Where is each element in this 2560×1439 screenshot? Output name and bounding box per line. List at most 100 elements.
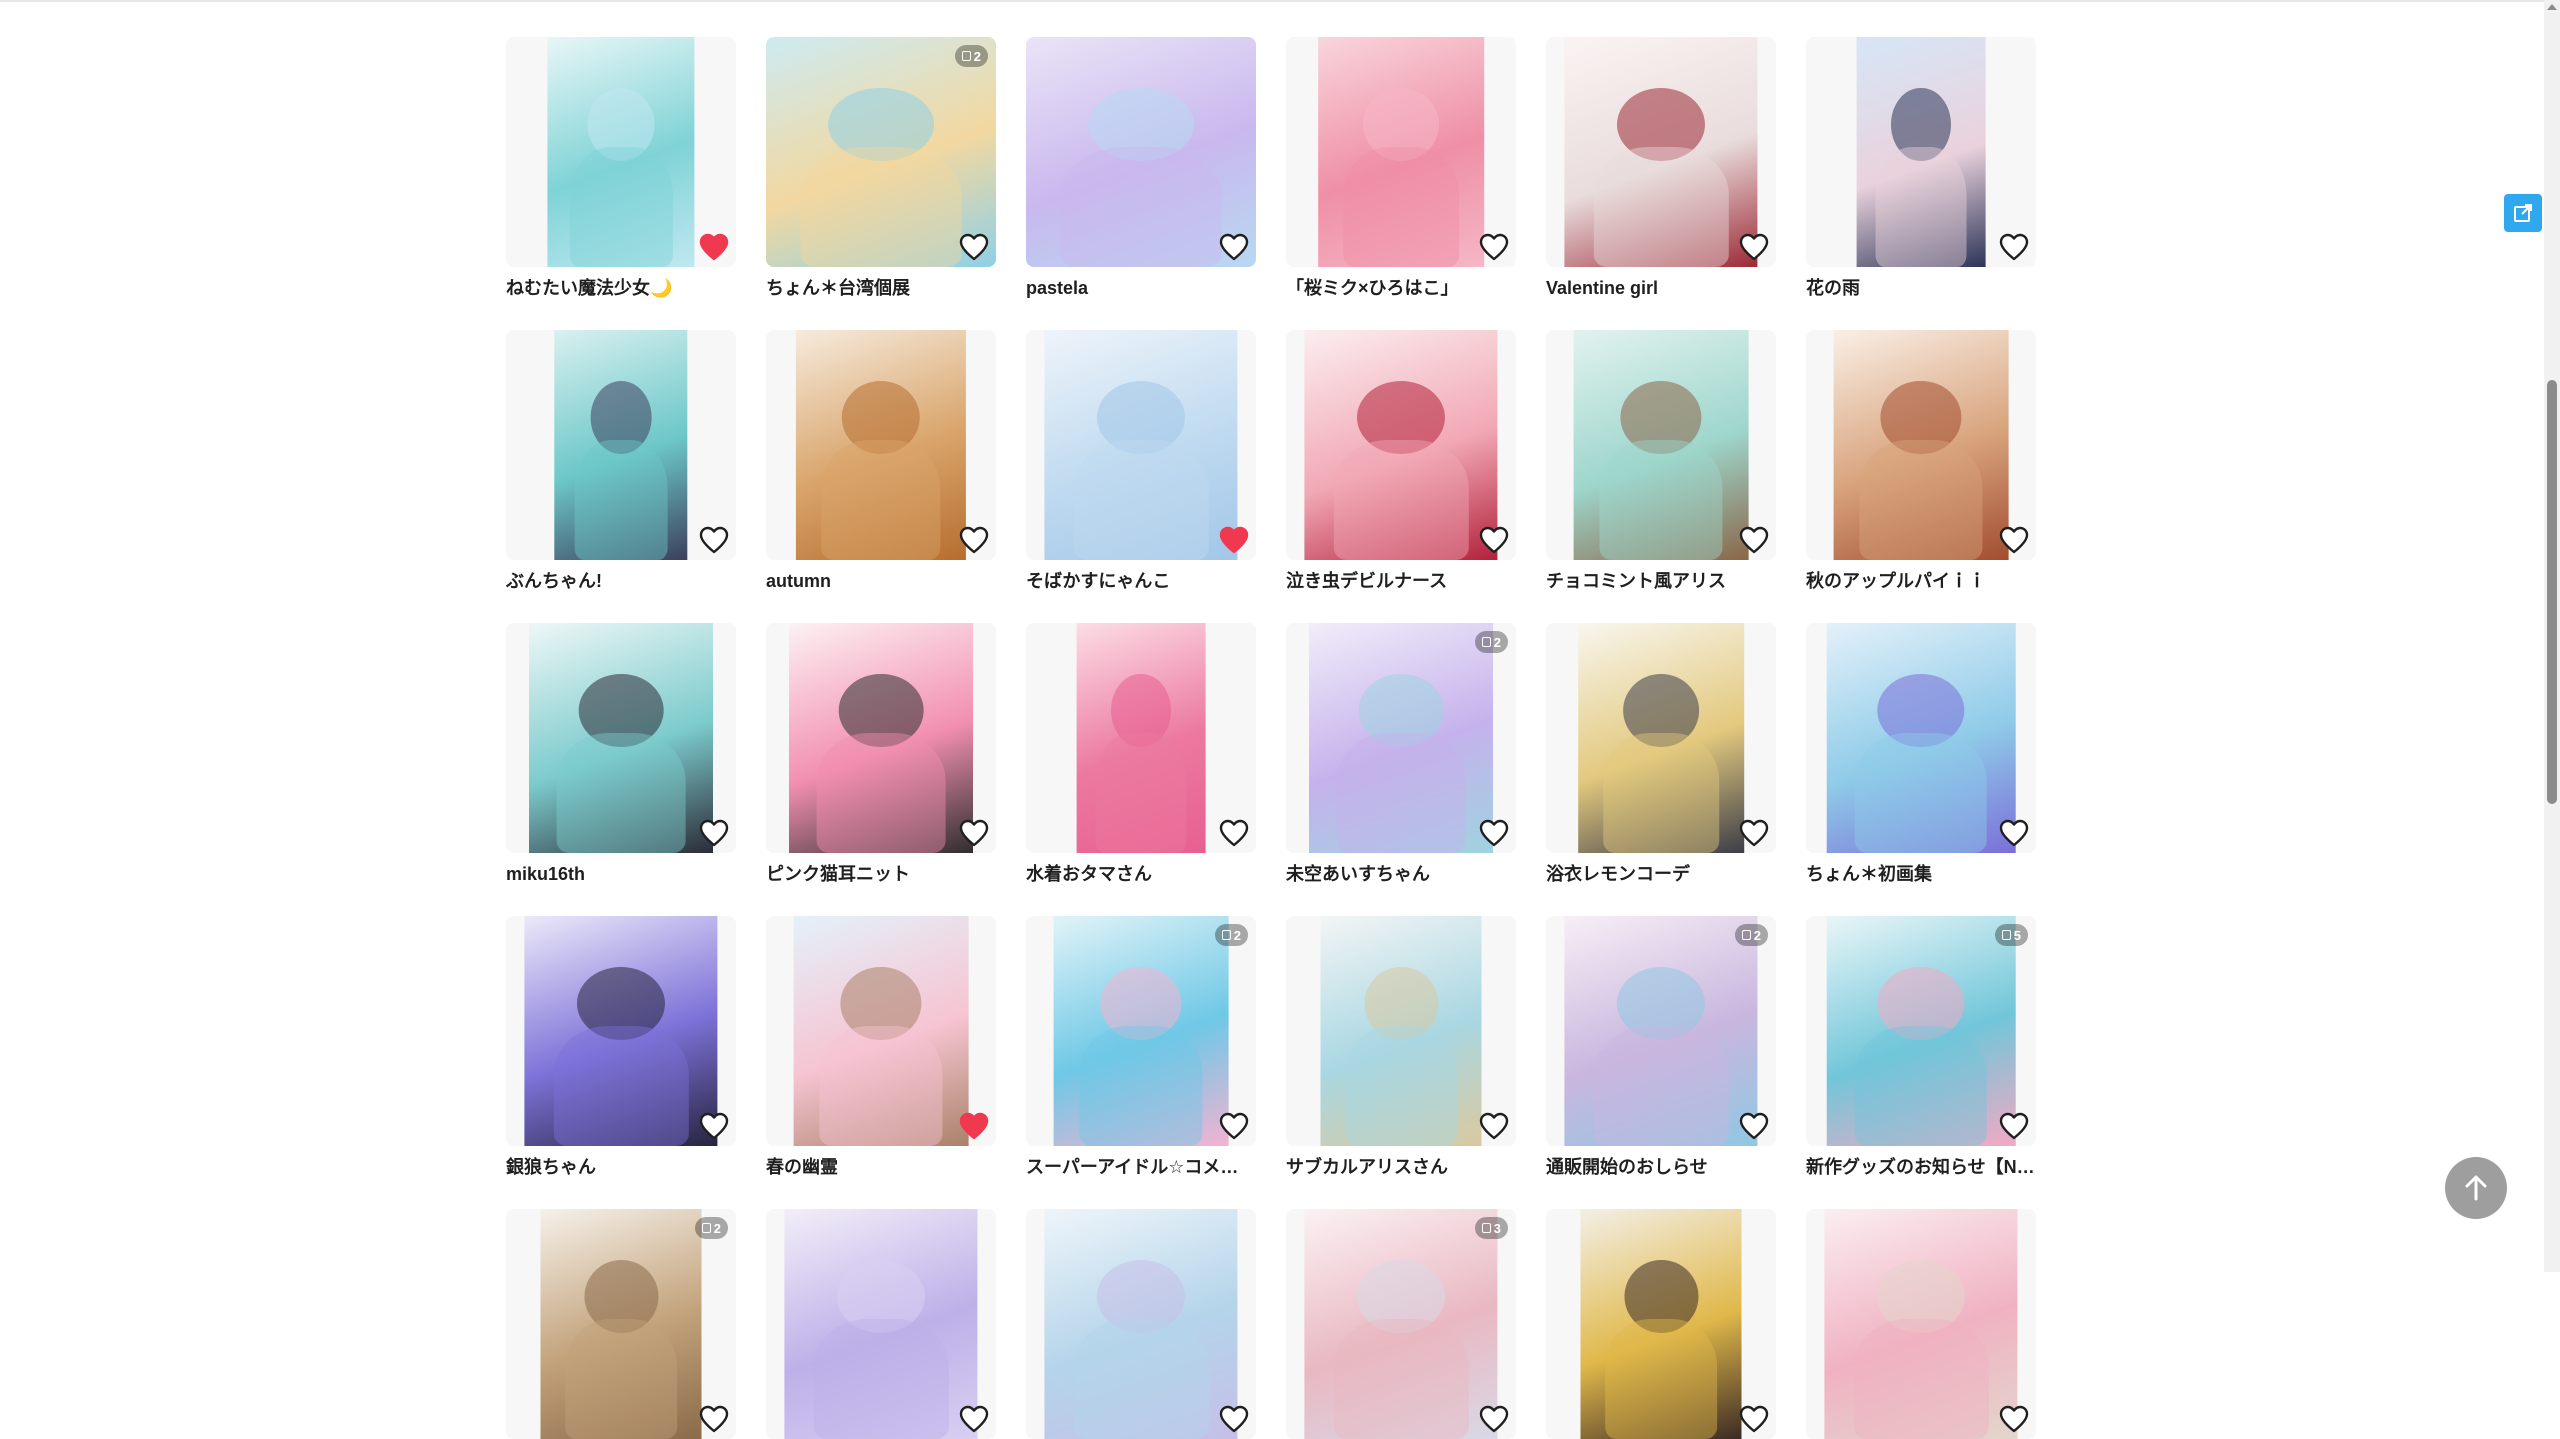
artwork-thumbnail[interactable] xyxy=(766,1209,996,1439)
artwork-thumbnail[interactable] xyxy=(1026,623,1256,853)
like-button[interactable] xyxy=(956,815,992,851)
like-button[interactable] xyxy=(1996,1401,2032,1437)
artwork-card[interactable]: 2 未空あいすちゃん xyxy=(1286,623,1516,884)
artwork-card[interactable] xyxy=(1026,1209,1256,1439)
artwork-thumbnail[interactable] xyxy=(1806,1209,2036,1439)
like-button[interactable] xyxy=(1996,815,2032,851)
artwork-title[interactable]: ピンク猫耳ニット xyxy=(766,863,996,885)
like-button[interactable] xyxy=(696,815,732,851)
artwork-thumbnail[interactable] xyxy=(1026,37,1256,267)
artwork-thumbnail[interactable] xyxy=(506,916,736,1146)
artwork-card[interactable]: 泣き虫デビルナース xyxy=(1286,330,1516,591)
artwork-thumbnail[interactable] xyxy=(766,623,996,853)
artwork-title[interactable]: ちょん＊初画集 xyxy=(1806,863,2036,885)
artwork-title[interactable]: 未空あいすちゃん xyxy=(1286,863,1516,885)
artwork-thumbnail[interactable] xyxy=(1026,330,1256,560)
scroll-up-arrow-icon[interactable] xyxy=(2547,4,2557,10)
artwork-card[interactable]: 浴衣レモンコーデ xyxy=(1546,623,1776,884)
artwork-card[interactable]: miku16th xyxy=(506,623,736,884)
artwork-thumbnail[interactable] xyxy=(1806,37,2036,267)
artwork-card[interactable]: 2 スーパーアイドル☆コメットちゃん xyxy=(1026,916,1256,1177)
artwork-thumbnail[interactable] xyxy=(1286,916,1516,1146)
like-button[interactable] xyxy=(1476,1401,1512,1437)
like-button[interactable] xyxy=(696,229,732,265)
artwork-thumbnail[interactable]: 3 xyxy=(1286,1209,1516,1439)
artwork-thumbnail[interactable]: 2 xyxy=(1546,916,1776,1146)
like-button[interactable] xyxy=(1216,522,1252,558)
artwork-title[interactable]: 泣き虫デビルナース xyxy=(1286,570,1516,592)
artwork-thumbnail[interactable]: 2 xyxy=(766,37,996,267)
artwork-card[interactable]: 2 通販開始のおしらせ xyxy=(1546,916,1776,1177)
artwork-thumbnail[interactable]: 5 xyxy=(1806,916,2036,1146)
artwork-card[interactable]: ちょん＊初画集 xyxy=(1806,623,2036,884)
artwork-card[interactable]: ピンク猫耳ニット xyxy=(766,623,996,884)
like-button[interactable] xyxy=(1736,522,1772,558)
artwork-title[interactable]: miku16th xyxy=(506,863,736,885)
external-link-button[interactable] xyxy=(2504,194,2542,232)
artwork-thumbnail[interactable] xyxy=(506,37,736,267)
scrollbar-thumb[interactable] xyxy=(2547,380,2557,804)
like-button[interactable] xyxy=(956,1108,992,1144)
artwork-thumbnail[interactable]: 2 xyxy=(1286,623,1516,853)
like-button[interactable] xyxy=(956,1401,992,1437)
artwork-thumbnail[interactable] xyxy=(1546,1209,1776,1439)
artwork-card[interactable] xyxy=(766,1209,996,1439)
artwork-thumbnail[interactable] xyxy=(1546,37,1776,267)
like-button[interactable] xyxy=(1216,1401,1252,1437)
like-button[interactable] xyxy=(1996,229,2032,265)
artwork-thumbnail[interactable] xyxy=(1806,330,2036,560)
artwork-title[interactable]: autumn xyxy=(766,570,996,592)
like-button[interactable] xyxy=(1216,1108,1252,1144)
artwork-card[interactable]: 2 xyxy=(506,1209,736,1439)
like-button[interactable] xyxy=(696,1108,732,1144)
artwork-thumbnail[interactable] xyxy=(1546,623,1776,853)
artwork-title[interactable]: 秋のアップルパイｉｉ xyxy=(1806,570,2036,592)
like-button[interactable] xyxy=(1736,1108,1772,1144)
artwork-card[interactable]: 秋のアップルパイｉｉ xyxy=(1806,330,2036,591)
artwork-title[interactable]: 浴衣レモンコーデ xyxy=(1546,863,1776,885)
artwork-title[interactable]: pastela xyxy=(1026,277,1256,299)
like-button[interactable] xyxy=(696,522,732,558)
artwork-card[interactable]: 3 xyxy=(1286,1209,1516,1439)
artwork-thumbnail[interactable] xyxy=(1286,330,1516,560)
artwork-thumbnail[interactable] xyxy=(766,330,996,560)
artwork-title[interactable]: チョコミント風アリス xyxy=(1546,570,1776,592)
artwork-card[interactable]: 花の雨 xyxy=(1806,37,2036,298)
artwork-thumbnail[interactable] xyxy=(1286,37,1516,267)
like-button[interactable] xyxy=(1216,815,1252,851)
like-button[interactable] xyxy=(1476,522,1512,558)
artwork-card[interactable] xyxy=(1546,1209,1776,1439)
like-button[interactable] xyxy=(1476,229,1512,265)
artwork-card[interactable]: 5 新作グッズのお知らせ【NEOKET4 BOOTH】 xyxy=(1806,916,2036,1177)
artwork-title[interactable]: 銀狼ちゃん xyxy=(506,1156,736,1178)
artwork-thumbnail[interactable] xyxy=(506,330,736,560)
scrollbar[interactable] xyxy=(2544,0,2560,1272)
like-button[interactable] xyxy=(696,1401,732,1437)
artwork-card[interactable]: 水着おタマさん xyxy=(1026,623,1256,884)
artwork-card[interactable]: 春の幽霊 xyxy=(766,916,996,1177)
like-button[interactable] xyxy=(1736,1401,1772,1437)
artwork-card[interactable]: pastela xyxy=(1026,37,1256,298)
artwork-thumbnail[interactable] xyxy=(1806,623,2036,853)
artwork-card[interactable]: 「桜ミク×ひろはこ」 xyxy=(1286,37,1516,298)
artwork-card[interactable]: チョコミント風アリス xyxy=(1546,330,1776,591)
artwork-thumbnail[interactable]: 2 xyxy=(1026,916,1256,1146)
like-button[interactable] xyxy=(956,229,992,265)
artwork-title[interactable]: ぶんちゃん! xyxy=(506,570,736,592)
artwork-thumbnail[interactable] xyxy=(506,623,736,853)
artwork-title[interactable]: 春の幽霊 xyxy=(766,1156,996,1178)
artwork-title[interactable]: スーパーアイドル☆コメットちゃん xyxy=(1026,1156,1256,1178)
artwork-card[interactable]: autumn xyxy=(766,330,996,591)
artwork-thumbnail[interactable] xyxy=(1026,1209,1256,1439)
artwork-title[interactable]: 水着おタマさん xyxy=(1026,863,1256,885)
artwork-card[interactable]: 2 ちょん＊台湾個展 xyxy=(766,37,996,298)
artwork-title[interactable]: 通販開始のおしらせ xyxy=(1546,1156,1776,1178)
artwork-thumbnail[interactable] xyxy=(766,916,996,1146)
artwork-title[interactable]: サブカルアリスさん xyxy=(1286,1156,1516,1178)
like-button[interactable] xyxy=(1996,1108,2032,1144)
back-to-top-button[interactable] xyxy=(2445,1157,2507,1219)
artwork-card[interactable]: そばかすにゃんこ xyxy=(1026,330,1256,591)
artwork-thumbnail[interactable] xyxy=(1546,330,1776,560)
artwork-title[interactable]: そばかすにゃんこ xyxy=(1026,570,1256,592)
artwork-card[interactable]: ぶんちゃん! xyxy=(506,330,736,591)
